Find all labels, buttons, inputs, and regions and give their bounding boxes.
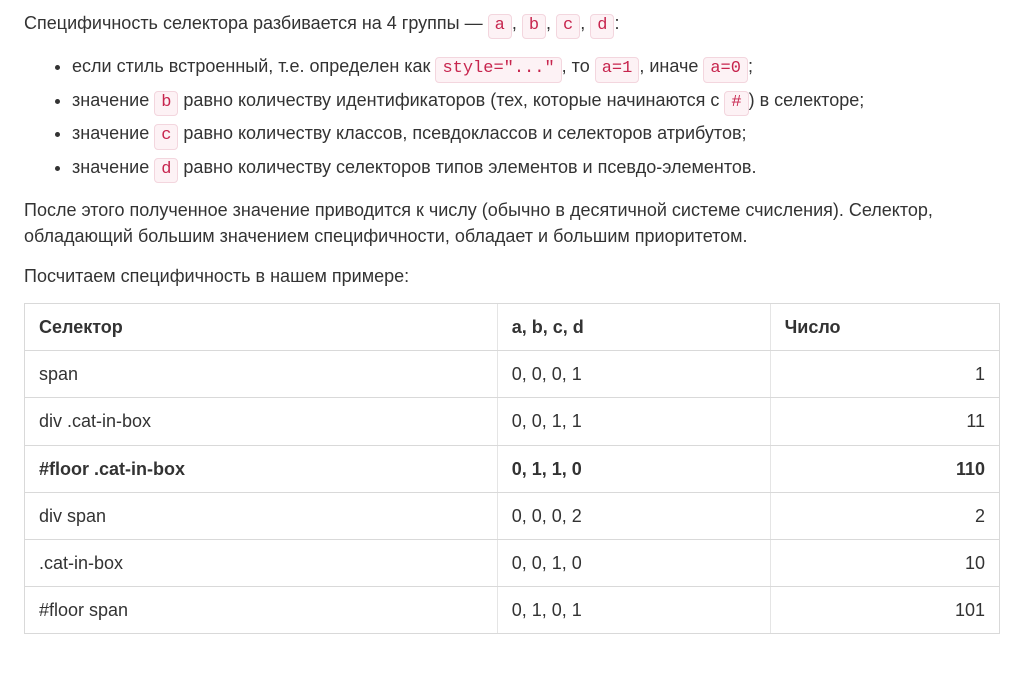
specificity-table: Селектор a, b, c, d Число span0, 0, 0, 1… (24, 303, 1000, 634)
table-row: #floor .cat-in-box0, 1, 1, 0110 (25, 445, 1000, 492)
list-item: если стиль встроенный, т.е. определен ка… (72, 53, 1000, 82)
code-token: c (154, 124, 178, 149)
cell-number: 10 (770, 539, 999, 586)
code-token: style="..." (435, 57, 561, 82)
cell-abcd: 0, 0, 0, 1 (497, 351, 770, 398)
table-row: div .cat-in-box0, 0, 1, 111 (25, 398, 1000, 445)
code-token: c (556, 14, 580, 39)
cell-number: 101 (770, 586, 999, 633)
cell-selector: #floor span (25, 586, 498, 633)
cell-selector: span (25, 351, 498, 398)
cell-abcd: 0, 0, 1, 0 (497, 539, 770, 586)
table-intro-paragraph: Посчитаем специфичность в нашем примере: (24, 263, 1000, 289)
code-token: a=1 (595, 57, 640, 82)
code-token: d (154, 158, 178, 183)
cell-number: 110 (770, 445, 999, 492)
table-row: #floor span0, 1, 0, 1101 (25, 586, 1000, 633)
table-row: span0, 0, 0, 11 (25, 351, 1000, 398)
cell-selector: div .cat-in-box (25, 398, 498, 445)
code-token: d (590, 14, 614, 39)
bullet-list: если стиль встроенный, т.е. определен ка… (24, 53, 1000, 183)
cell-number: 11 (770, 398, 999, 445)
col-header-number: Число (770, 304, 999, 351)
col-header-abcd: a, b, c, d (497, 304, 770, 351)
cell-abcd: 0, 0, 0, 2 (497, 492, 770, 539)
list-item: значение d равно количеству селекторов т… (72, 154, 1000, 183)
cell-selector: div span (25, 492, 498, 539)
cell-abcd: 0, 0, 1, 1 (497, 398, 770, 445)
code-token: a (488, 14, 512, 39)
list-item: значение b равно количеству идентификато… (72, 87, 1000, 116)
table-row: .cat-in-box0, 0, 1, 010 (25, 539, 1000, 586)
cell-abcd: 0, 1, 1, 0 (497, 445, 770, 492)
code-token: b (154, 91, 178, 116)
cell-number: 1 (770, 351, 999, 398)
table-row: div span0, 0, 0, 22 (25, 492, 1000, 539)
cell-abcd: 0, 1, 0, 1 (497, 586, 770, 633)
code-token: a=0 (703, 57, 748, 82)
list-item: значение c равно количеству классов, псе… (72, 120, 1000, 149)
cell-number: 2 (770, 492, 999, 539)
cell-selector: #floor .cat-in-box (25, 445, 498, 492)
explain-paragraph: После этого полученное значение приводит… (24, 197, 1000, 249)
col-header-selector: Селектор (25, 304, 498, 351)
cell-selector: .cat-in-box (25, 539, 498, 586)
code-token: # (724, 91, 748, 116)
code-token: b (522, 14, 546, 39)
intro-paragraph: Специфичность селектора разбивается на 4… (24, 10, 1000, 39)
